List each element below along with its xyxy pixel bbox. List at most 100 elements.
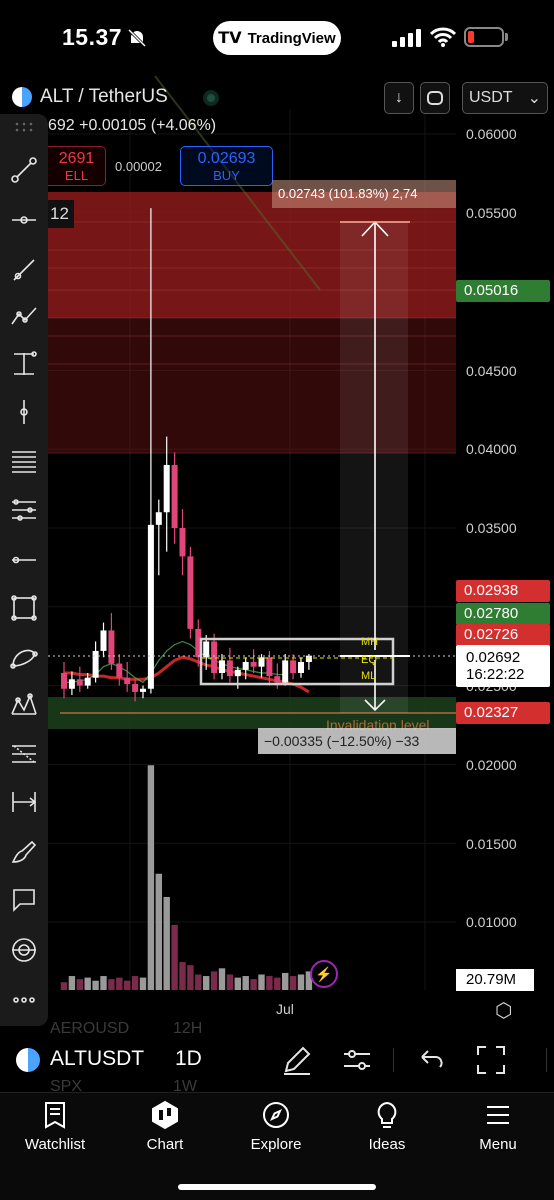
rectangle-icon[interactable] — [8, 592, 40, 624]
chart-symbol-label: ALT / TetherUS — [40, 86, 168, 107]
eye-icon[interactable] — [8, 934, 40, 966]
status-time: 15.37 — [62, 24, 123, 50]
stop-measure-label: −0.00335 (−12.50%) −33 — [258, 728, 456, 754]
range-label-eq: EQ — [361, 654, 377, 666]
replay-button[interactable] — [420, 82, 450, 114]
spread-value: 0.00002 — [115, 159, 162, 174]
volume-bar — [210, 971, 218, 990]
candle-body — [290, 660, 297, 673]
axis-label: 0.03500 — [466, 520, 517, 536]
volume-bar — [266, 976, 273, 990]
pattern-icon[interactable] — [8, 688, 40, 720]
battery-tip — [505, 33, 508, 41]
volume-bar — [258, 974, 265, 990]
tab-explore[interactable]: Explore — [221, 1100, 331, 1153]
volume-bar — [179, 962, 186, 990]
callout-icon[interactable] — [8, 884, 40, 916]
interval-button[interactable]: 1D — [175, 1047, 202, 1071]
more-icon[interactable] — [8, 984, 40, 1016]
watchlist-icon — [45, 1102, 65, 1129]
target-measure-label: 0.02743 (101.83%) 2,74 — [272, 180, 456, 208]
candle-body — [258, 657, 265, 667]
axis-label: 0.01500 — [466, 836, 517, 852]
candle-body — [92, 650, 99, 678]
candle-body — [187, 556, 194, 629]
compass-icon — [263, 1102, 289, 1128]
curve-icon[interactable] — [8, 640, 40, 672]
price-badge: 0.02938 — [456, 580, 550, 602]
chevron-down-icon: ⌄ — [527, 90, 541, 107]
ray-icon[interactable] — [8, 254, 40, 286]
parallel-channel-icon[interactable] — [8, 494, 40, 526]
tab-label: Explore — [250, 1136, 302, 1153]
candle-body — [116, 663, 123, 678]
tab-ideas[interactable]: Ideas — [332, 1100, 442, 1153]
vertical-ray-icon[interactable] — [8, 348, 40, 380]
measure-icon[interactable] — [8, 786, 40, 818]
settings-hex-icon[interactable]: ⬡ — [495, 998, 512, 1023]
current-price-badge: 0.02692 16:22:22 — [456, 645, 550, 687]
vertical-line-icon[interactable] — [8, 396, 40, 428]
trend-line-icon[interactable] — [8, 154, 40, 186]
tab-chart[interactable]: Chart — [110, 1100, 220, 1153]
volume-bar — [92, 980, 99, 990]
countdown: 16:22:22 — [466, 666, 525, 683]
drag-handle-icon[interactable] — [8, 116, 40, 138]
volume-bar — [171, 924, 178, 990]
price-badge: 0.05016 — [456, 280, 550, 302]
horizontal-ray-icon[interactable] — [8, 204, 40, 236]
sell-price: 2691 — [58, 150, 95, 167]
gann-icon[interactable] — [8, 738, 40, 770]
undo-icon[interactable] — [414, 1043, 448, 1077]
candle-body — [68, 679, 75, 689]
volume-bar — [60, 982, 68, 990]
price-badge: 0.02780 — [456, 603, 550, 625]
arrow-down-button[interactable]: ↓ — [384, 82, 414, 114]
fullscreen-icon[interactable] — [474, 1043, 508, 1077]
candle-body — [179, 528, 186, 557]
candle-body — [171, 464, 178, 528]
pitchfork-icon[interactable] — [8, 300, 40, 332]
candle-body — [147, 524, 154, 689]
volume-bar — [163, 897, 170, 990]
sell-button[interactable]: 2691 ELL — [48, 146, 106, 186]
volume-bar — [242, 976, 249, 990]
signal-icon — [392, 29, 421, 47]
divider — [546, 1048, 547, 1072]
tab-menu[interactable]: Menu — [443, 1100, 553, 1153]
candle-body — [226, 660, 233, 677]
range-label-mh: MH — [361, 636, 379, 648]
chart-symbol[interactable]: ALT / TetherUS — [12, 86, 168, 108]
lightning-icon[interactable]: ⚡ — [310, 960, 338, 988]
currency-select[interactable]: USDT ⌄ — [462, 82, 548, 114]
tradingview-pill[interactable]: 𝗧𝗩 TradingView — [213, 21, 341, 55]
buy-button[interactable]: 0.02693 BUY — [180, 146, 273, 186]
volume-bar — [139, 977, 147, 990]
fib-icon[interactable] — [8, 444, 40, 476]
tab-watchlist[interactable]: Watchlist — [0, 1100, 110, 1153]
volume-bar — [116, 977, 123, 990]
volume-bar — [100, 976, 107, 990]
buy-label: BUY — [213, 168, 240, 183]
candle-body — [211, 641, 218, 673]
replay-icon — [427, 91, 443, 105]
candle-body — [203, 641, 210, 658]
horizontal-line-icon[interactable] — [8, 544, 40, 576]
symbol-button[interactable]: ALTUSDT — [50, 1047, 144, 1071]
volume-bar — [234, 977, 241, 990]
candle-body — [266, 657, 273, 677]
price-change: 692 +0.00105 (+4.06%) — [48, 117, 217, 134]
indicators-icon[interactable] — [340, 1043, 374, 1077]
bell-muted-icon — [127, 28, 147, 48]
candle-body — [274, 676, 281, 683]
volume-bar — [131, 976, 139, 990]
volume-bar — [124, 980, 131, 990]
candle-body — [242, 661, 249, 670]
current-price: 0.02692 — [466, 649, 521, 666]
candle-body — [298, 661, 304, 673]
time-axis-label: Jul — [276, 1001, 294, 1017]
brush-icon[interactable] — [8, 836, 40, 868]
pencil-icon[interactable] — [280, 1043, 314, 1077]
candle-body — [76, 679, 83, 686]
candle-body — [234, 669, 241, 677]
